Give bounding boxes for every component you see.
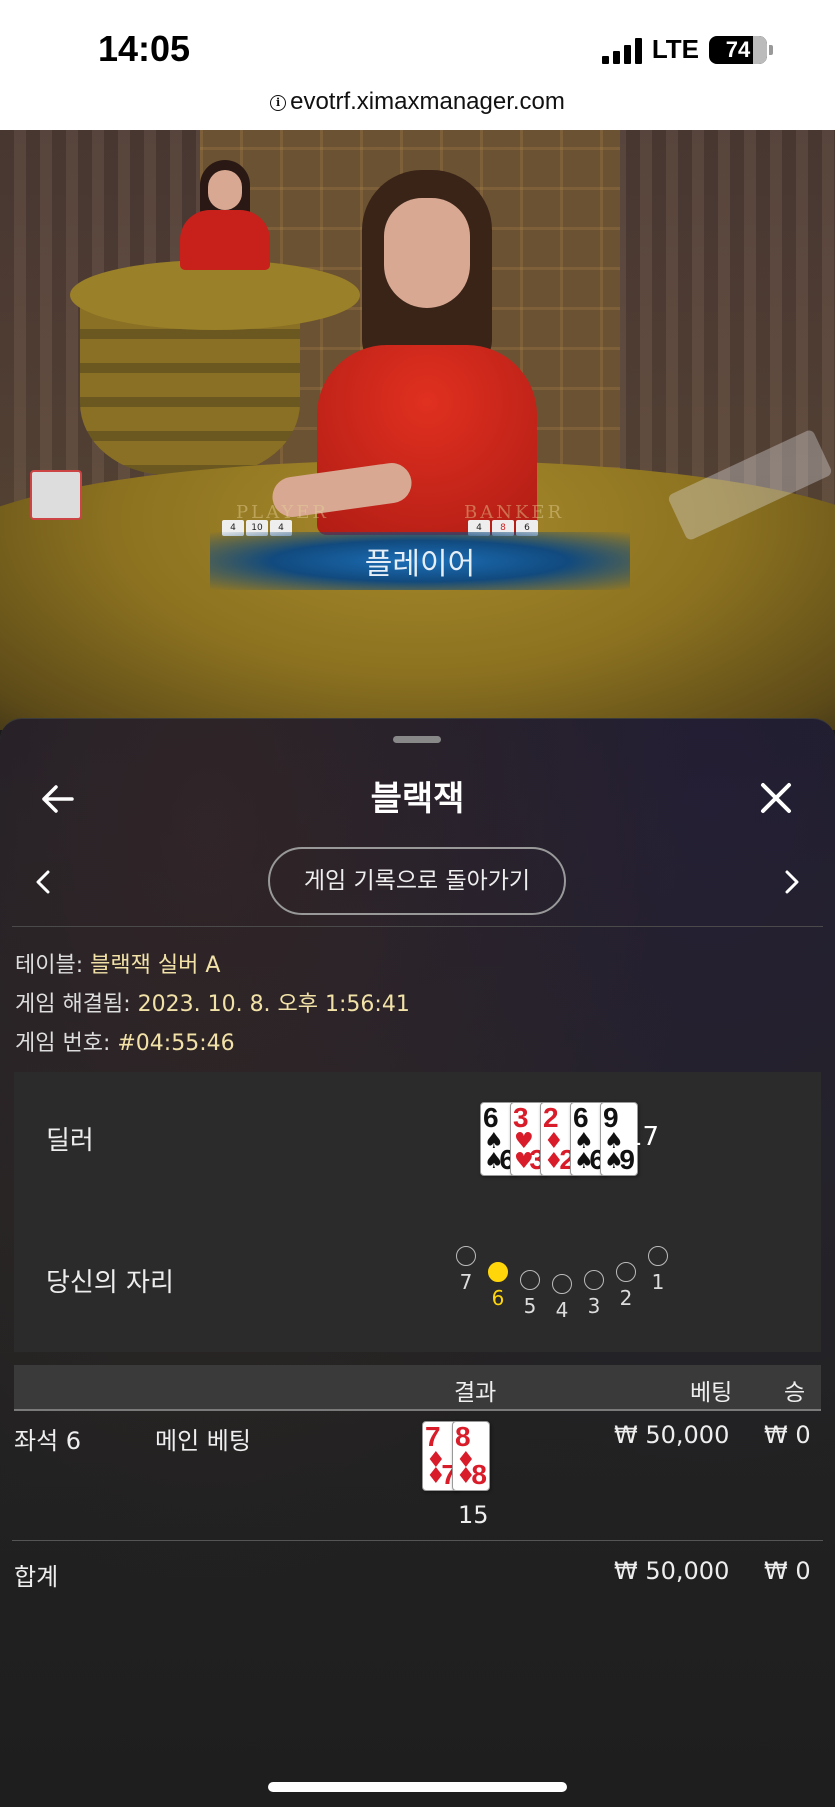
bet-type-cell: 메인 베팅	[155, 1427, 251, 1455]
panel-header: 블랙잭	[0, 759, 835, 839]
bets-table-header: 결과 베팅 승	[14, 1365, 821, 1409]
card-rank-bot: 8	[471, 1459, 487, 1490]
live-video: PLAYER BANKER 4 10 4 486 플레이어	[0, 130, 835, 730]
result-header: 결과	[454, 1380, 497, 1406]
seat-3: 3	[582, 1270, 606, 1318]
history-nav: 게임 기록으로 돌아가기	[0, 847, 835, 917]
info-icon[interactable]: i	[270, 94, 287, 111]
seat-4: 4	[550, 1274, 574, 1322]
url-bar[interactable]: i evotrf.ximaxmanager.com	[0, 88, 835, 116]
table-value: 블랙잭 실버 A	[90, 953, 221, 978]
seat-dot	[488, 1262, 508, 1282]
status-time: 14:05	[98, 28, 191, 69]
table-info: 테이블: 블랙잭 실버 A	[15, 947, 220, 979]
seat-dot	[648, 1246, 668, 1266]
bet-cell: ₩ 50,000	[614, 1421, 730, 1449]
win-cell: ₩ 0	[764, 1421, 811, 1449]
seat-1: 1	[646, 1246, 670, 1294]
seat-number: 1	[651, 1270, 665, 1294]
result-banner: 플레이어	[210, 532, 630, 590]
seat-6: 6	[486, 1262, 510, 1310]
back-to-history-button[interactable]: 게임 기록으로 돌아가기	[268, 847, 566, 915]
table-label: 테이블:	[15, 953, 91, 978]
row-divider	[12, 1540, 823, 1541]
seat-number: 7	[459, 1270, 473, 1294]
seat-cell: 좌석 6	[14, 1427, 82, 1455]
dealer-total: 17	[626, 1122, 660, 1152]
game-number-value: #04:55:46	[117, 1031, 235, 1056]
sheet-grabber[interactable]	[393, 736, 441, 743]
total-bet: ₩ 50,000	[614, 1557, 730, 1585]
resolved-info: 게임 해결됨: 2023. 10. 8. 오후 1:56:41	[15, 986, 410, 1018]
chevron-left-icon[interactable]	[28, 865, 60, 899]
status-bar: 14:05 LTE 74 i evotrf.ximaxmanager.com	[0, 0, 835, 130]
win-header: 승	[784, 1380, 806, 1406]
back-arrow-icon[interactable]	[38, 779, 78, 819]
seat-number: 4	[555, 1298, 569, 1322]
url-text: evotrf.ximaxmanager.com	[290, 88, 565, 115]
total-row: 합계 ₩ 50,000 ₩ 0	[0, 1549, 835, 1599]
network-type: LTE	[651, 34, 699, 64]
chevron-right-icon[interactable]	[775, 865, 807, 899]
dealer-cards: 6 ♠ ♠ 6 3 ♥ ♥ 3 2 ♦ ♦ 2 6 ♠ ♠ 6 9 ♠ ♠ 9	[480, 1102, 638, 1178]
dealer-label: 딜러	[46, 1126, 94, 1156]
game-history-panel: 블랙잭 게임 기록으로 돌아가기 테이블: 블랙잭 실버 A 게임 해결됨: 2…	[0, 718, 835, 1807]
seat-map: 7654321	[454, 1232, 674, 1342]
seat-7: 7	[454, 1246, 478, 1294]
seat-5: 5	[518, 1270, 542, 1318]
panel-title: 블랙잭	[370, 779, 465, 819]
seat-number: 2	[619, 1286, 633, 1310]
home-indicator[interactable]	[268, 1782, 567, 1792]
game-number-label: 게임 번호:	[15, 1031, 118, 1056]
player-hand-cards: 7 ♦ ♦ 7 8 ♦ ♦ 8	[422, 1421, 490, 1491]
seat-number: 5	[523, 1294, 537, 1318]
total-win: ₩ 0	[764, 1557, 811, 1585]
seat-number: 3	[587, 1294, 601, 1318]
total-label: 합계	[14, 1563, 59, 1591]
battery-icon: 74	[709, 35, 767, 64]
seat-dot	[520, 1270, 540, 1290]
playing-card: 8 ♦ ♦ 8	[452, 1421, 490, 1491]
resolved-label: 게임 해결됨:	[15, 992, 138, 1017]
bet-header: 베팅	[690, 1380, 733, 1406]
your-seat-label: 당신의 자리	[46, 1268, 174, 1298]
seat-2: 2	[614, 1262, 638, 1310]
header-divider	[14, 1409, 821, 1411]
divider	[12, 926, 823, 927]
background-dealer	[180, 160, 270, 270]
seat-dot	[552, 1274, 572, 1294]
seat-dot	[616, 1262, 636, 1282]
dealer-figure	[269, 170, 542, 535]
signal-icon	[601, 36, 642, 64]
resolved-value: 2023. 10. 8. 오후 1:56:41	[137, 992, 410, 1017]
hand-summary: 딜러 6 ♠ ♠ 6 3 ♥ ♥ 3 2 ♦ ♦ 2 6 ♠ ♠ 6 9 ♠ ♠ 9 17 당신의 자리 765432…	[14, 1072, 821, 1352]
seat-number: 6	[491, 1286, 505, 1310]
seat-dot	[584, 1270, 604, 1290]
card-deck	[30, 470, 82, 520]
table-row: 좌석 6 메인 베팅 7 ♦ ♦ 7 8 ♦ ♦ 8 15 ₩ 50,000 ₩ 0	[0, 1413, 835, 1533]
battery-level: 74	[725, 36, 751, 62]
seat-dot	[456, 1246, 476, 1266]
close-icon[interactable]	[755, 777, 797, 819]
status-indicators: LTE 74	[601, 34, 773, 65]
hand-total: 15	[458, 1501, 489, 1529]
game-number-info: 게임 번호: #04:55:46	[15, 1025, 235, 1057]
